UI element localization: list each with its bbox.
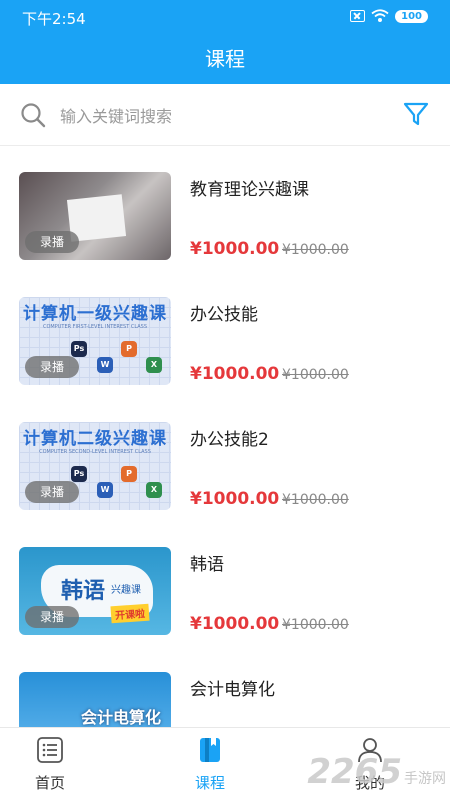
thumbnail-subtitle: COMPUTER SECOND-LEVEL INTEREST CLASS [39, 449, 151, 455]
course-item[interactable]: 韩语 兴趣课 开课啦 录播 韩语 ¥1000.00 ¥1000.00 [0, 522, 450, 647]
record-badge: 录播 [25, 606, 79, 628]
course-thumbnail[interactable]: 计算机二级兴趣课 COMPUTER SECOND-LEVEL INTEREST … [19, 422, 171, 510]
course-original-price: ¥1000.00 [282, 617, 349, 633]
course-thumbnail[interactable]: 录播 [19, 172, 171, 260]
course-price: ¥1000.00 [190, 364, 280, 384]
watermark: 2265 手游网 [307, 752, 446, 792]
watermark-text: 手游网 [404, 771, 446, 787]
no-sim-icon [350, 10, 366, 22]
tab-label: 课程 [194, 774, 225, 792]
course-price: ¥1000.00 [190, 614, 280, 634]
status-time: 下午2:54 [22, 10, 86, 28]
search-bar [0, 84, 450, 146]
course-title: 教育理论兴趣课 [190, 180, 309, 200]
course-item[interactable]: 录播 教育理论兴趣课 ¥1000.00 ¥1000.00 [0, 147, 450, 272]
search-icon[interactable] [20, 102, 46, 128]
book-icon [200, 738, 220, 762]
course-item[interactable]: 计算机一级兴趣课 COMPUTER FIRST-LEVEL INTEREST C… [0, 272, 450, 397]
thumbnail-title: 会计电算化 [81, 708, 162, 727]
search-input[interactable] [60, 104, 360, 128]
tab-label: 首页 [34, 774, 65, 792]
word-icon: W [97, 357, 113, 373]
thumbnail-subtitle: COMPUTER FIRST-LEVEL INTEREST CLASS [42, 324, 148, 330]
bottom-tab-bar: 首页 课程 我的 2265 手游网 [0, 727, 450, 800]
record-badge: 录播 [25, 481, 79, 503]
word-icon: W [97, 482, 113, 498]
course-title: 办公技能2 [190, 430, 269, 450]
thumbnail-badge: 开课啦 [110, 603, 150, 624]
powerpoint-icon: P [121, 341, 137, 357]
tab-home[interactable]: 首页 [0, 728, 100, 801]
thumbnail-title: 韩语 [61, 579, 106, 604]
thumbnail-tag: 兴趣课 [111, 585, 141, 596]
wifi-icon [371, 9, 389, 22]
course-title: 办公技能 [190, 305, 258, 325]
course-item[interactable]: 计算机二级兴趣课 COMPUTER SECOND-LEVEL INTEREST … [0, 397, 450, 522]
course-list: 录播 教育理论兴趣课 ¥1000.00 ¥1000.00 计算机一级兴趣课 CO… [0, 147, 450, 727]
photoshop-icon: Ps [71, 341, 87, 357]
course-original-price: ¥1000.00 [282, 367, 349, 383]
course-price: ¥1000.00 [190, 239, 280, 259]
status-icons: 100 [350, 9, 428, 23]
course-thumbnail[interactable]: 会计电算化 [19, 672, 171, 727]
course-title: 会计电算化 [190, 680, 275, 700]
course-price: ¥1000.00 [190, 489, 280, 509]
status-bar: 下午2:54 100 [0, 0, 450, 34]
course-original-price: ¥1000.00 [282, 492, 349, 508]
record-badge: 录播 [25, 231, 79, 253]
record-badge: 录播 [25, 356, 79, 378]
course-thumbnail[interactable]: 韩语 兴趣课 开课啦 录播 [19, 547, 171, 635]
course-thumbnail[interactable]: 计算机一级兴趣课 COMPUTER FIRST-LEVEL INTEREST C… [19, 297, 171, 385]
filter-icon[interactable] [402, 100, 430, 128]
course-title: 韩语 [190, 555, 224, 575]
tab-courses[interactable]: 课程 [160, 728, 260, 801]
course-original-price: ¥1000.00 [282, 242, 349, 258]
thumbnail-title: 计算机二级兴趣课 [23, 429, 167, 449]
watermark-number: 2265 [307, 752, 402, 792]
powerpoint-icon: P [121, 466, 137, 482]
list-icon [37, 737, 63, 763]
page-title: 课程 [0, 34, 450, 84]
photoshop-icon: Ps [71, 466, 87, 482]
thumbnail-title: 计算机一级兴趣课 [23, 304, 167, 324]
battery-indicator: 100 [395, 9, 428, 23]
excel-icon: X [146, 357, 162, 373]
excel-icon: X [146, 482, 162, 498]
course-item[interactable]: 会计电算化 会计电算化 [0, 647, 450, 727]
